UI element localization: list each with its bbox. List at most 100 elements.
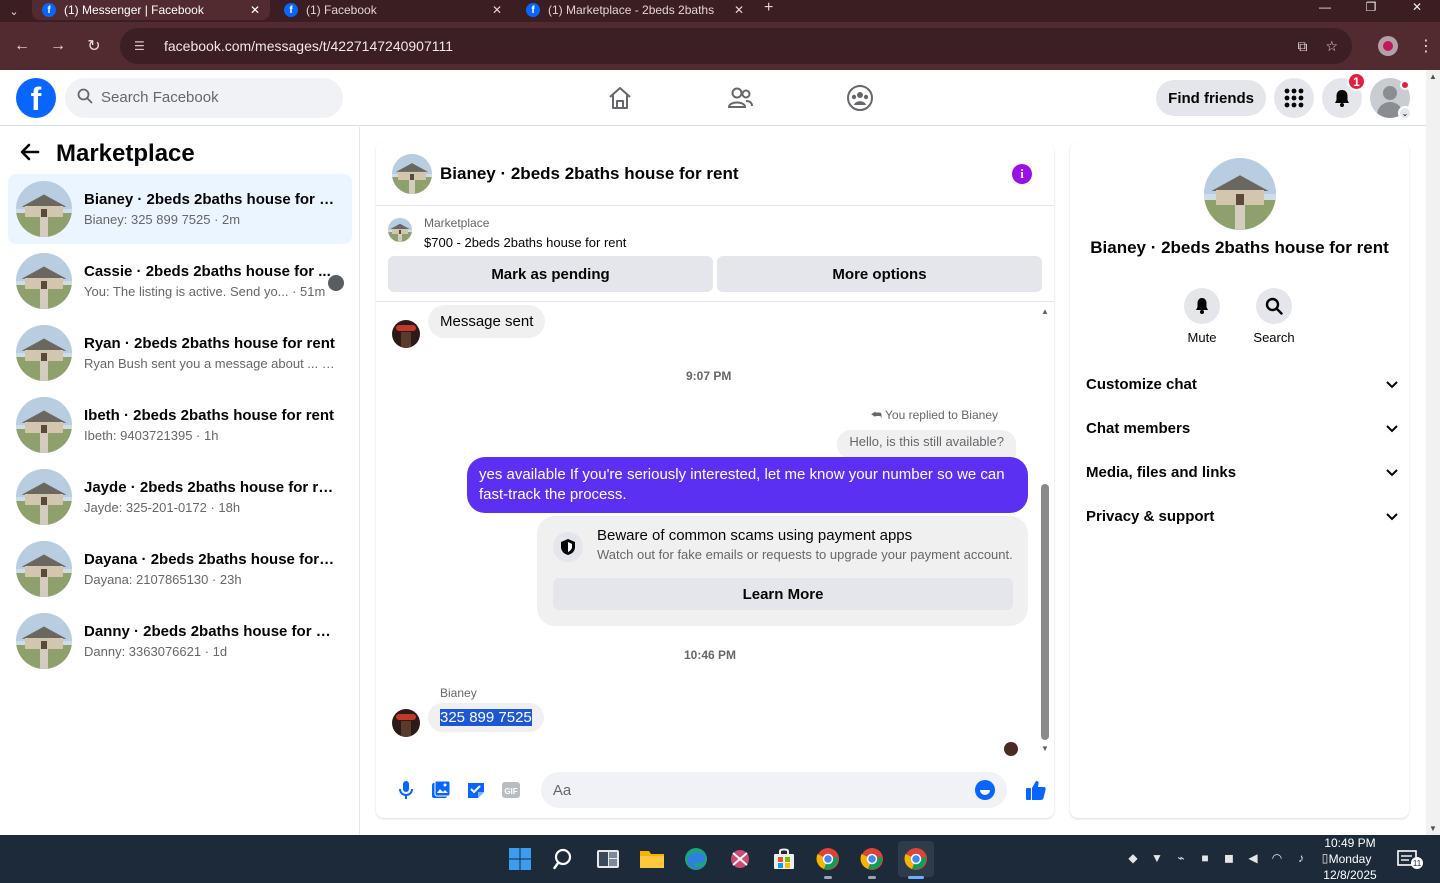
install-app-icon[interactable]: ⧉ — [1297, 38, 1307, 55]
conversation-item[interactable]: Danny · 2beds 2baths house for rent Dann… — [8, 606, 352, 676]
wifi-icon[interactable]: ◠ — [1268, 849, 1286, 867]
avatar[interactable] — [392, 320, 420, 348]
taskbar-search-icon[interactable] — [546, 841, 582, 877]
file-explorer-icon[interactable] — [634, 841, 670, 877]
tab-facebook[interactable]: f (1) Facebook ✕ — [274, 0, 512, 20]
learn-more-button[interactable]: Learn More — [553, 578, 1013, 610]
conversation-item[interactable]: Dayana · 2beds 2baths house for r... Day… — [8, 534, 352, 604]
chrome-profile-1-icon[interactable] — [810, 841, 846, 879]
back-arrow-icon[interactable]: ← — [4, 37, 40, 55]
thumbs-up-icon[interactable] — [1019, 772, 1054, 808]
edge-browser-icon[interactable] — [678, 841, 714, 877]
tab-close-icon[interactable]: ✕ — [492, 3, 502, 17]
selected-phone-text[interactable]: 325 899 7525 — [440, 709, 532, 726]
taskbar-clock[interactable]: 10:49 PM Monday 12/8/2025 — [1316, 835, 1384, 883]
message-input[interactable] — [552, 781, 975, 799]
photo-icon[interactable] — [423, 772, 458, 808]
search-in-conversation-button[interactable]: Search — [1253, 288, 1295, 345]
gif-icon[interactable]: GIF — [494, 772, 529, 808]
chrome-profile-2-icon[interactable] — [854, 841, 890, 879]
privacy-support-section[interactable]: Privacy & support — [1086, 494, 1398, 538]
url-text[interactable]: facebook.com/messages/t/4227147240907111 — [164, 38, 1297, 54]
sticker-icon[interactable] — [458, 772, 493, 808]
windows-start-icon[interactable] — [502, 841, 538, 877]
facebook-logo[interactable]: f — [16, 77, 56, 118]
chat-avatar[interactable] — [392, 153, 432, 194]
notifications-button[interactable]: 1 — [1322, 72, 1366, 118]
tab-close-icon[interactable]: ✕ — [250, 3, 260, 17]
chat-avatar[interactable] — [1204, 158, 1276, 230]
close-window-icon[interactable]: ✕ — [1394, 0, 1440, 14]
avatar[interactable] — [392, 709, 420, 737]
mute-button[interactable]: Mute — [1184, 288, 1220, 345]
conversation-item[interactable]: Ibeth · 2beds 2baths house for rent Ibet… — [8, 390, 352, 460]
account-menu[interactable]: ⌄ — [1370, 78, 1412, 120]
groups-nav[interactable] — [800, 70, 920, 126]
clock-day: Monday — [1328, 852, 1372, 866]
home-nav[interactable] — [560, 70, 680, 126]
site-info-icon[interactable]: ☰ — [134, 39, 152, 53]
scroll-down-icon[interactable]: ▼ — [1040, 745, 1050, 753]
tab-close-icon[interactable]: ✕ — [734, 3, 744, 17]
find-friends-button[interactable]: Find friends — [1156, 80, 1266, 116]
scroll-up-icon[interactable]: ▲ — [1040, 308, 1050, 316]
page-scrollbar[interactable]: ▲ ▼ — [1426, 70, 1440, 835]
conversation-item[interactable]: Bianey · 2beds 2baths house for re... Bi… — [8, 174, 352, 244]
search-icon — [77, 88, 97, 107]
chat-members-section[interactable]: Chat members — [1086, 406, 1398, 450]
conversation-item[interactable]: Cassie · 2beds 2baths house for ... You:… — [8, 246, 352, 316]
message-bubble[interactable]: 325 899 7525 — [428, 703, 544, 732]
minimize-icon[interactable]: — — [1302, 0, 1348, 14]
notification-center-icon[interactable]: 11 — [1396, 849, 1424, 869]
friends-nav[interactable] — [680, 70, 800, 126]
media-files-section[interactable]: Media, files and links — [1086, 450, 1398, 494]
tray-app-icon[interactable]: ◀ — [1244, 849, 1262, 867]
emoji-icon[interactable] — [974, 780, 995, 800]
tray-app-icon[interactable]: ■ — [1196, 849, 1214, 867]
volume-icon[interactable]: ♪ — [1292, 849, 1310, 867]
new-tab-button[interactable]: + — [754, 0, 783, 16]
conversation-item[interactable]: Ryan · 2beds 2baths house for rent Ryan … — [8, 318, 352, 388]
snipping-tool-icon[interactable] — [722, 841, 758, 877]
tray-app-icon[interactable]: ▼ — [1148, 849, 1166, 867]
browser-menu-icon[interactable]: ⋮ — [1418, 36, 1434, 56]
menu-button[interactable] — [1274, 78, 1314, 118]
tab-title: (1) Messenger | Facebook — [64, 3, 204, 17]
marketplace-listing-banner[interactable]: Marketplace $700 - 2beds 2baths house fo… — [376, 206, 1054, 256]
more-options-button[interactable]: More options — [717, 256, 1042, 292]
forward-arrow-icon[interactable]: → — [40, 37, 76, 55]
quoted-message[interactable]: Hello, is this still available? — [837, 430, 1016, 459]
message-bubble[interactable]: Message sent — [428, 305, 546, 338]
scroll-thumb[interactable] — [1041, 484, 1049, 740]
chrome-profile-3-icon[interactable] — [898, 841, 934, 879]
conversation-item[interactable]: Jayde · 2beds 2baths house for rent Jayd… — [8, 462, 352, 532]
task-view-icon[interactable] — [590, 841, 626, 877]
reload-icon[interactable]: ↻ — [76, 36, 112, 56]
tray-app-icon[interactable]: ◆ — [1124, 849, 1142, 867]
tray-app-icon[interactable]: ⌁ — [1172, 849, 1190, 867]
scroll-up-icon[interactable]: ▲ — [1429, 72, 1437, 81]
mark-as-pending-button[interactable]: Mark as pending — [388, 256, 713, 292]
microphone-icon[interactable] — [388, 772, 423, 808]
tab-search-button[interactable]: ⌄ — [0, 0, 28, 22]
address-bar[interactable]: ☰ facebook.com/messages/t/42271472409071… — [120, 28, 1352, 64]
info-icon[interactable]: i — [1012, 164, 1032, 184]
search-input[interactable] — [101, 89, 321, 106]
thread-scrollbar[interactable]: ▲ ▼ — [1040, 308, 1050, 753]
maximize-icon[interactable]: ❐ — [1348, 0, 1394, 14]
bookmark-star-icon[interactable]: ☆ — [1325, 38, 1338, 55]
message-input-box[interactable] — [540, 772, 1007, 808]
customize-chat-section[interactable]: Customize chat — [1086, 362, 1398, 406]
back-arrow-icon[interactable] — [20, 141, 56, 167]
scroll-down-icon[interactable]: ▼ — [1429, 824, 1437, 833]
tab-marketplace[interactable]: f (1) Marketplace - 2beds 2baths ✕ — [516, 0, 754, 20]
facebook-header: f Find friends 1 — [0, 70, 1440, 126]
main-nav — [560, 70, 920, 126]
tray-app-icon[interactable]: ◼ — [1220, 849, 1238, 867]
tab-messenger[interactable]: f (1) Messenger | Facebook ✕ — [32, 0, 270, 20]
search-box[interactable] — [65, 77, 343, 118]
browser-profile-avatar[interactable] — [1378, 36, 1398, 56]
microsoft-store-icon[interactable] — [766, 841, 802, 877]
chat-title[interactable]: Bianey · 2beds 2baths house for rent — [440, 164, 739, 184]
outgoing-message[interactable]: yes available If you're seriously intere… — [467, 457, 1028, 513]
